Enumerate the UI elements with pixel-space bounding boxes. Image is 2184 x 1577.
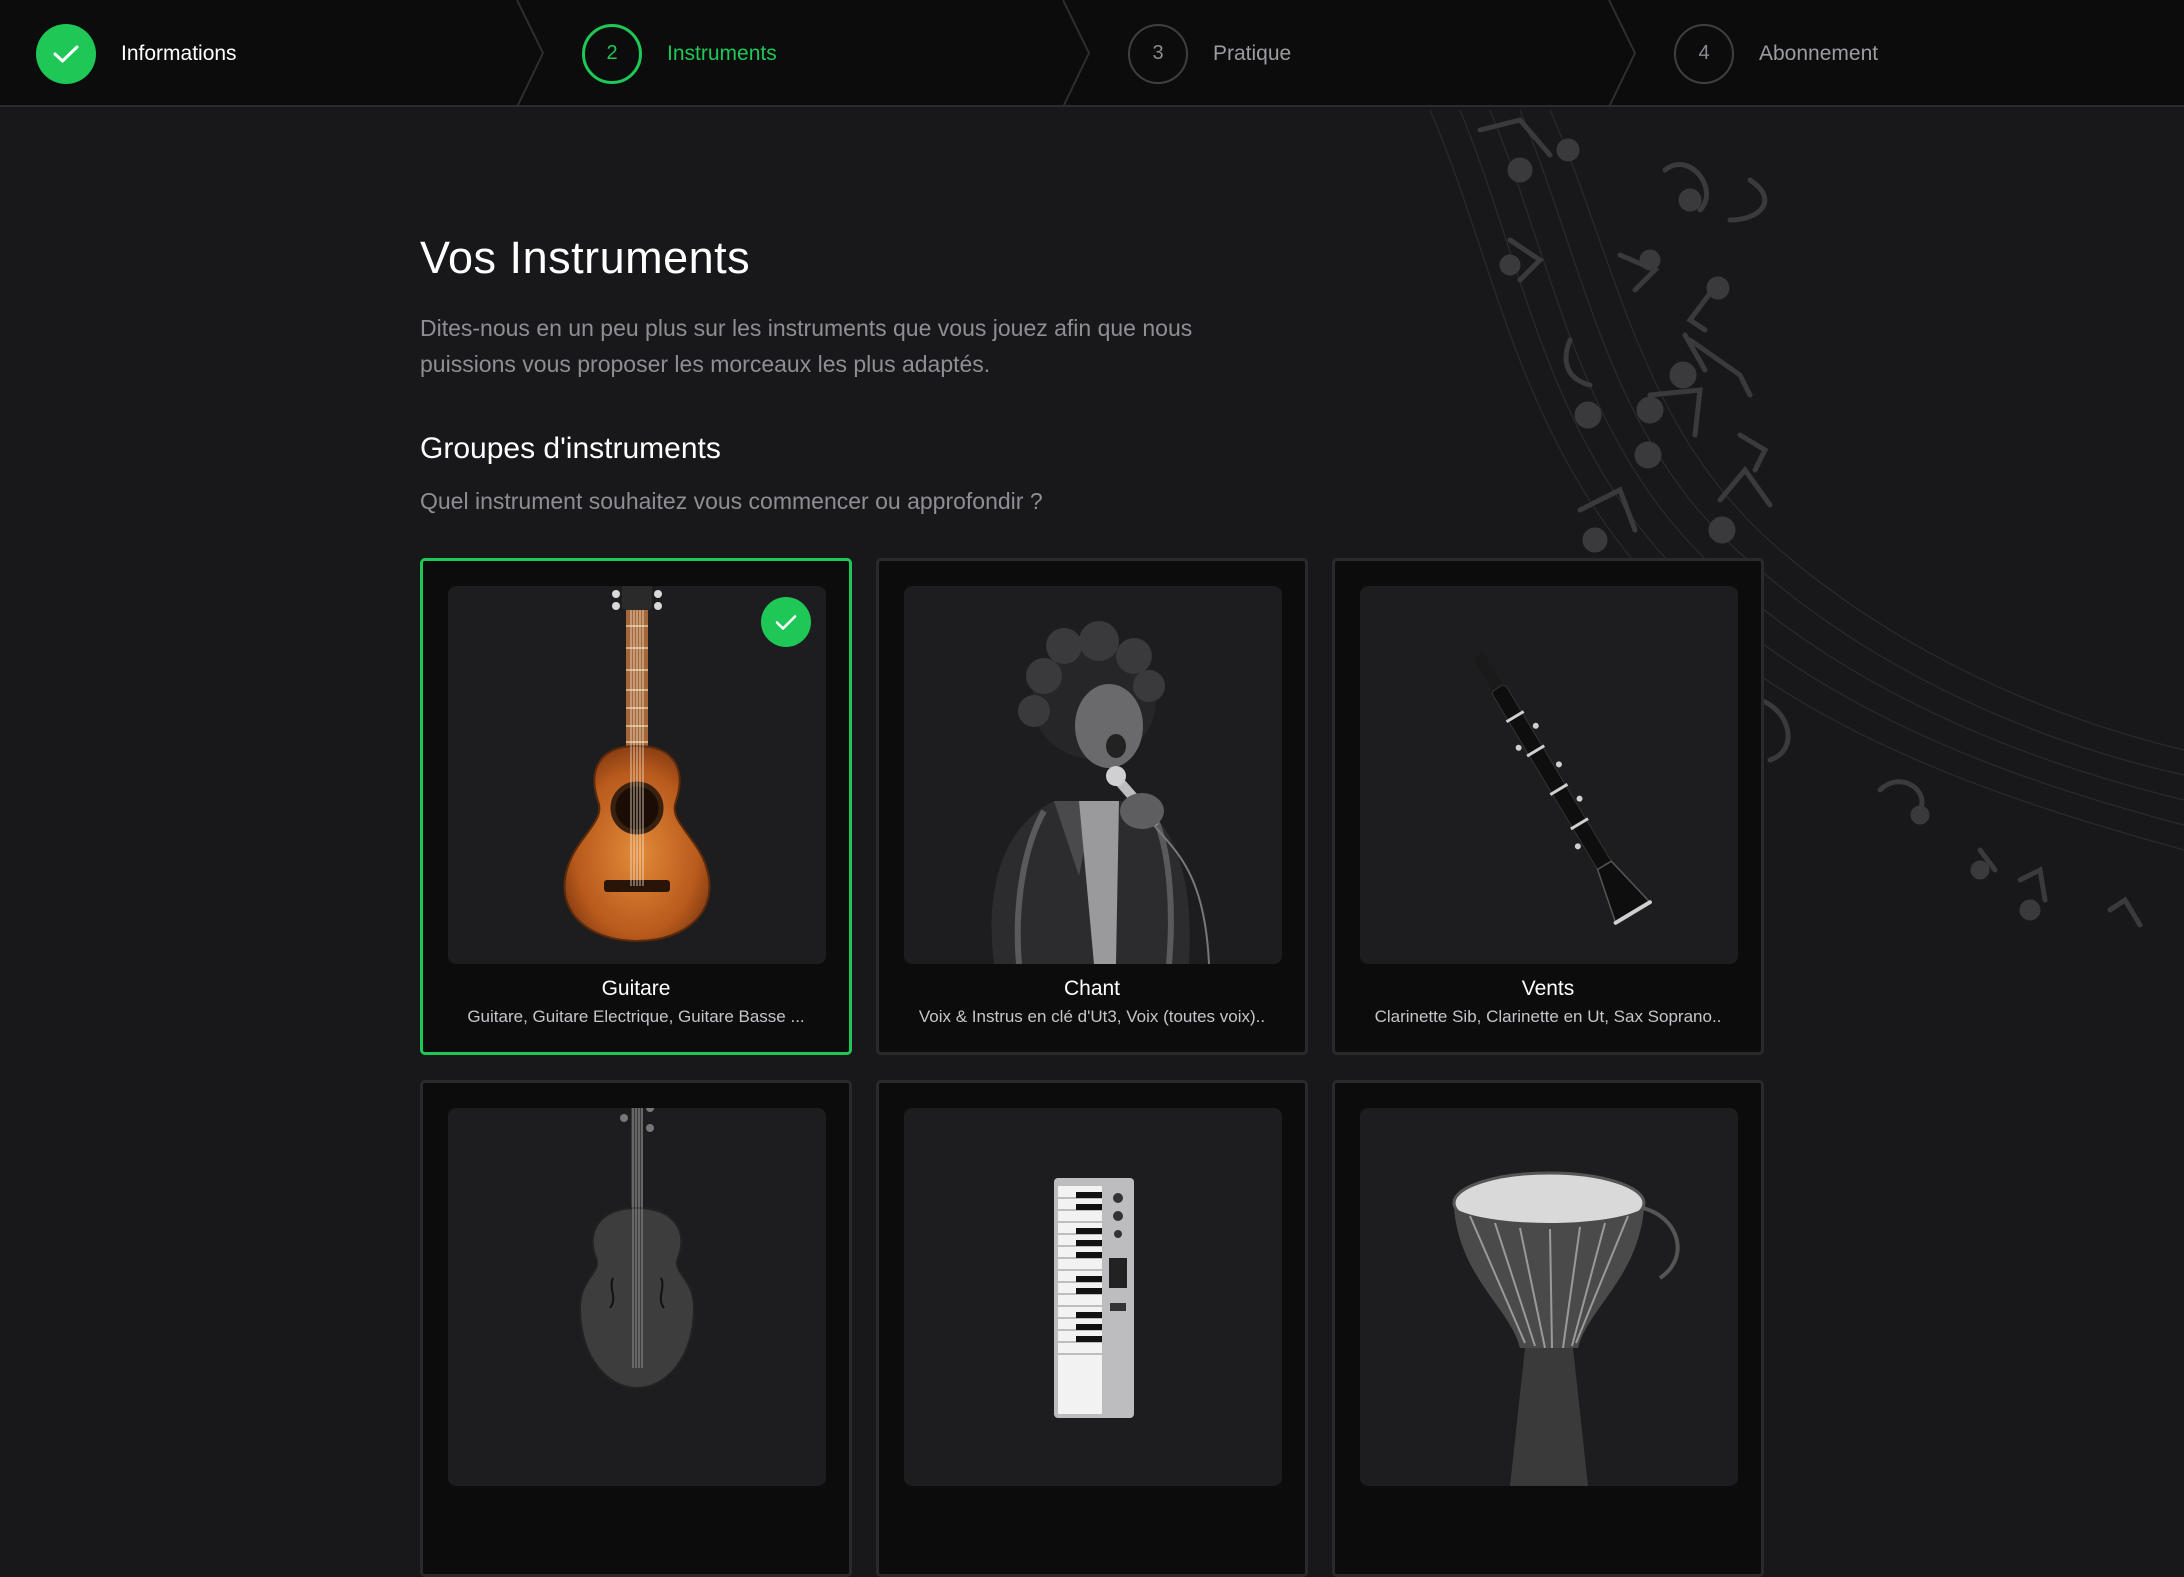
card-subtitle: Clarinette Sib, Clarinette en Ut, Sax So… — [1374, 1007, 1722, 1026]
instrument-card-guitare[interactable]: Guitare Guitare, Guitare Electrique, Gui… — [420, 558, 852, 1055]
step-number: 2 — [582, 23, 642, 84]
step-pratique[interactable]: 3 Pratique — [1128, 0, 1674, 107]
page-title: Vos Instruments — [420, 232, 751, 283]
card-title: Chant — [1063, 977, 1121, 1000]
step-label: Abonnement — [1759, 41, 1879, 65]
instrument-card-cordes[interactable] — [420, 1080, 852, 1577]
cello-image — [448, 1108, 826, 1486]
keyboard-image — [904, 1108, 1282, 1486]
step-label: Informations — [121, 41, 237, 65]
step-abonnement[interactable]: 4 Abonnement — [1674, 0, 2184, 107]
djembe-image — [1360, 1108, 1738, 1486]
progress-stepper: Informations 2 Instruments 3 Pratique 4 … — [0, 0, 2184, 107]
clarinet-image — [1360, 586, 1738, 964]
step-separator-chevron-icon — [1608, 0, 1637, 107]
step-done-check-icon — [36, 23, 96, 84]
selected-check-icon — [761, 597, 811, 647]
singer-image — [904, 586, 1282, 964]
card-title: Vents — [1521, 977, 1575, 1000]
guitar-image — [448, 586, 826, 964]
instrument-card-vents[interactable]: Vents Clarinette Sib, Clarinette en Ut, … — [1332, 558, 1764, 1055]
card-title: Guitare — [601, 977, 671, 1000]
section-question: Quel instrument souhaitez vous commencer… — [420, 488, 1043, 514]
step-separator-chevron-icon — [1062, 0, 1091, 107]
step-separator-chevron-icon — [516, 0, 545, 107]
step-number: 4 — [1674, 23, 1734, 84]
step-informations[interactable]: Informations — [36, 0, 582, 107]
instrument-card-percussions[interactable] — [1332, 1080, 1764, 1577]
instrument-card-chant[interactable]: Chant Voix & Instrus en clé d'Ut3, Voix … — [876, 558, 1308, 1055]
section-title: Groupes d'instruments — [420, 432, 721, 465]
step-number: 3 — [1128, 23, 1188, 84]
step-label: Instruments — [667, 41, 777, 65]
instrument-card-claviers[interactable] — [876, 1080, 1308, 1577]
step-instruments[interactable]: 2 Instruments — [582, 0, 1128, 107]
step-label: Pratique — [1213, 41, 1292, 65]
page-intro: Dites-nous en un peu plus sur les instru… — [420, 315, 1193, 377]
card-subtitle: Guitare, Guitare Electrique, Guitare Bas… — [467, 1007, 805, 1026]
card-subtitle: Voix & Instrus en clé d'Ut3, Voix (toute… — [918, 1007, 1266, 1026]
